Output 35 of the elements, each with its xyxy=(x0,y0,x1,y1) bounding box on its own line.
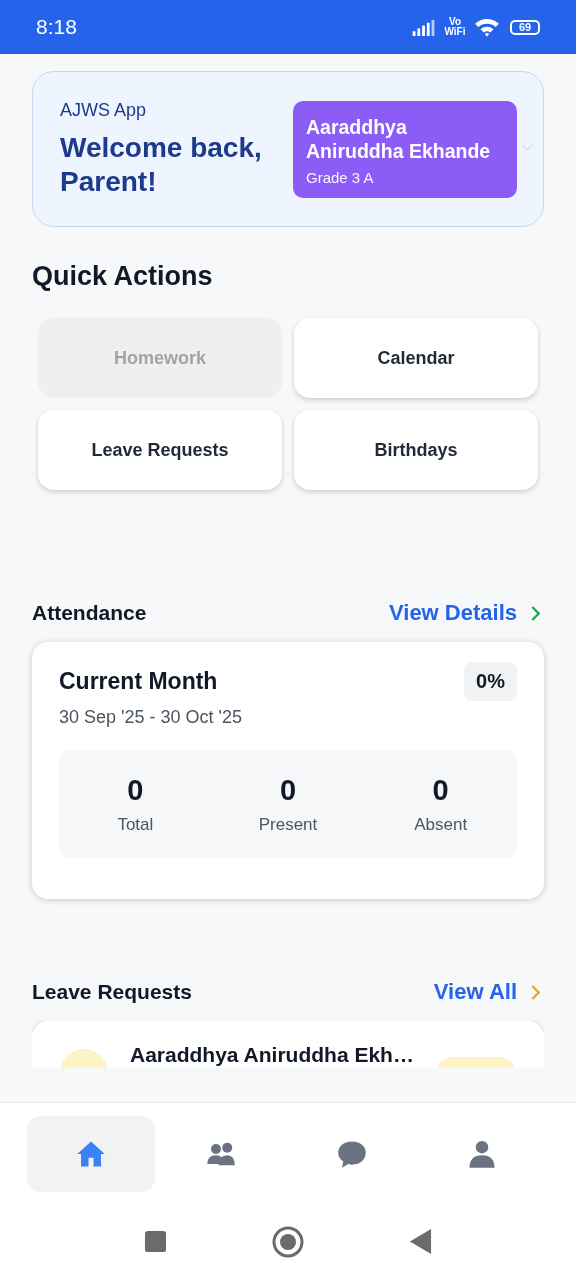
percent-badge: 0% xyxy=(464,662,517,701)
network-label: Vo WiFi xyxy=(443,17,467,37)
stat-value: 0 xyxy=(432,773,449,807)
stat-label: Absent xyxy=(414,814,468,835)
signal-icon xyxy=(412,18,436,36)
view-link[interactable]: View Details xyxy=(389,600,517,626)
stat-value: 0 xyxy=(127,773,144,807)
stat-value: 0 xyxy=(279,773,297,807)
quick-action-button[interactable]: Birthdays xyxy=(294,410,538,490)
section-title: Attendance xyxy=(32,601,148,625)
quick-action-button[interactable]: Leave Requests xyxy=(38,410,282,490)
quick-action-button[interactable]: Calendar xyxy=(294,318,538,398)
chevron-right-icon xyxy=(531,605,540,621)
nav-tab[interactable] xyxy=(27,1115,155,1192)
card-title: Current Month xyxy=(59,668,218,695)
battery-level: 69 xyxy=(518,21,532,33)
recents-icon xyxy=(144,1229,167,1254)
student-selector[interactable]: Aaraddhya Aniruddha Ekhande Grade 3 A xyxy=(293,100,517,198)
student-class: Grade 3 A xyxy=(306,168,375,186)
home-button-icon xyxy=(272,1225,304,1258)
stat-label: Total xyxy=(117,814,154,835)
requester-name: Aaraddhya Aniruddha Ekh… xyxy=(130,1043,414,1067)
section-title: Leave Requests xyxy=(32,980,193,1004)
wifi-icon xyxy=(474,17,500,37)
chevron-right-icon xyxy=(531,984,540,1000)
stat-label: Present xyxy=(258,814,318,835)
welcome-heading: Welcome back, Parent! xyxy=(60,130,263,199)
view-link[interactable]: View All xyxy=(433,979,517,1005)
section-title: Quick Actions xyxy=(32,261,214,292)
leave-request-card[interactable]: Aaraddhya Aniruddha Ekh… xyxy=(32,1021,544,1068)
date-range: 30 Sep '25 - 30 Oct '25 xyxy=(59,707,243,728)
app-name: AJWS App xyxy=(60,99,148,121)
student-name: Aaraddhya Aniruddha Ekhande xyxy=(306,114,492,163)
back-icon xyxy=(409,1229,432,1254)
status-time: 8:18 xyxy=(36,15,77,39)
